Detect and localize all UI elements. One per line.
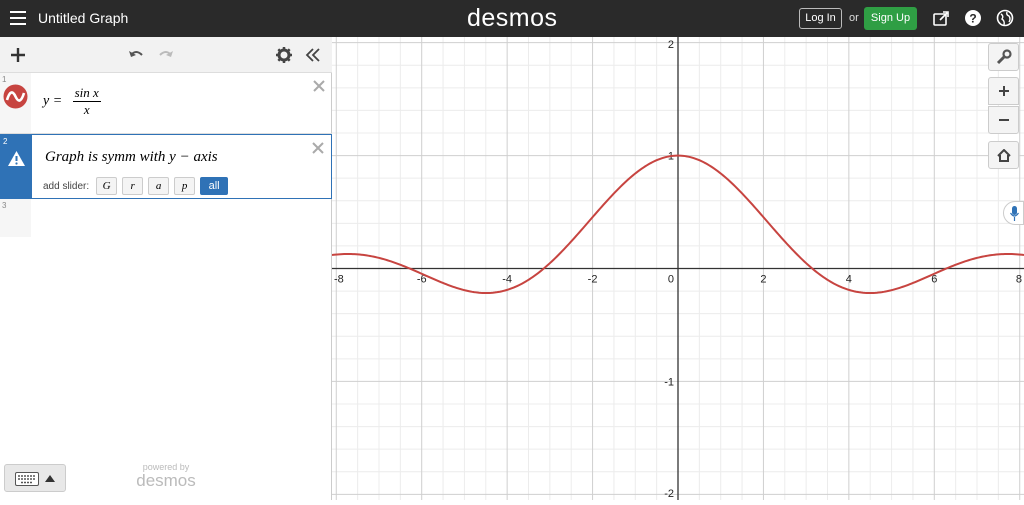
default-viewport-button[interactable] [988, 141, 1019, 169]
x-tick-label: -4 [502, 274, 512, 286]
y-tick-label: 2 [668, 39, 674, 51]
audio-trace-button[interactable] [1003, 201, 1024, 225]
globe-icon[interactable] [996, 9, 1014, 27]
expression-gutter[interactable]: 3 [0, 199, 31, 237]
help-icon[interactable]: ? [964, 9, 982, 27]
expression-index: 1 [2, 75, 7, 84]
expression-row-3[interactable]: 3 [0, 199, 332, 237]
graph-color-icon[interactable] [3, 84, 28, 109]
expression-index: 2 [3, 137, 8, 146]
graph-settings-button[interactable] [988, 43, 1019, 71]
expression-math[interactable]: y = sin x x [43, 85, 101, 118]
top-bar: Untitled Graph desmos Log In or Sign Up … [0, 0, 1024, 37]
zoom-out-button[interactable] [988, 106, 1019, 134]
wrench-icon [996, 49, 1012, 65]
desmos-logo: desmos [467, 4, 558, 32]
expression-row-1[interactable]: 1 y = sin x x [0, 73, 332, 134]
expression-toolbar [0, 37, 332, 73]
expression-lhs: y = [43, 93, 63, 109]
slider-button-r[interactable]: r [122, 177, 144, 195]
warning-icon [8, 151, 25, 166]
fraction-numerator: sin x [72, 85, 101, 102]
slider-button-all[interactable]: all [200, 177, 229, 195]
keyboard-toggle-button[interactable] [4, 464, 66, 492]
minus-icon [998, 119, 1009, 121]
add-slider-label: add slider: [43, 180, 90, 192]
expression-gutter[interactable]: 2 [1, 135, 32, 198]
expression-row-2[interactable]: 2 Graph is symm with y − axis add slider… [0, 134, 332, 199]
undo-icon[interactable] [127, 46, 145, 64]
add-expression-icon[interactable] [9, 46, 27, 64]
x-tick-label: 4 [846, 274, 852, 286]
x-tick-label: -8 [334, 274, 344, 286]
add-slider-row: add slider: G r a p all [43, 177, 229, 195]
microphone-icon [1010, 206, 1019, 221]
or-text: or [849, 12, 859, 24]
slider-button-g[interactable]: G [96, 177, 118, 195]
slider-button-p[interactable]: p [174, 177, 196, 195]
plus-icon [998, 86, 1009, 96]
signup-button[interactable]: Sign Up [864, 7, 917, 30]
collapse-panel-icon[interactable] [304, 46, 322, 64]
x-tick-label: 0 [668, 274, 674, 286]
expression-gutter[interactable]: 1 [0, 73, 31, 133]
chevron-up-icon [45, 475, 55, 482]
menu-icon[interactable] [10, 11, 26, 25]
graph-svg[interactable]: -8 -6 -4 -2 0 2 4 6 821-1-2 [331, 37, 1024, 500]
login-button[interactable]: Log In [799, 8, 842, 29]
slider-button-a[interactable]: a [148, 177, 170, 195]
powered-by-logo: desmos [136, 471, 196, 490]
redo-icon[interactable] [157, 46, 175, 64]
y-tick-label: -2 [664, 488, 674, 500]
expression-text[interactable]: Graph is symm with y − axis [45, 149, 218, 166]
delete-expression-icon[interactable] [312, 79, 326, 93]
keyboard-icon [15, 472, 39, 486]
share-icon[interactable] [932, 9, 950, 27]
svg-text:?: ? [969, 12, 976, 26]
zoom-in-button[interactable] [988, 77, 1019, 105]
powered-by-desmos[interactable]: powered by desmos [134, 462, 198, 489]
x-tick-label: -2 [588, 274, 598, 286]
settings-gear-icon[interactable] [275, 46, 293, 64]
delete-expression-icon[interactable] [311, 141, 325, 155]
graph-canvas[interactable]: -8 -6 -4 -2 0 2 4 6 8 2 1 -1 -2 [331, 37, 1024, 500]
fraction-denominator: x [83, 102, 90, 117]
x-tick-label: 2 [760, 274, 766, 286]
graph-title[interactable]: Untitled Graph [38, 10, 128, 26]
y-tick-label: -1 [664, 376, 674, 388]
home-icon [996, 148, 1011, 162]
expression-index: 3 [2, 201, 7, 210]
expression-panel: 1 y = sin x x 2 Graph is symm with y − a… [0, 37, 332, 500]
x-tick-label: 8 [1016, 274, 1022, 286]
